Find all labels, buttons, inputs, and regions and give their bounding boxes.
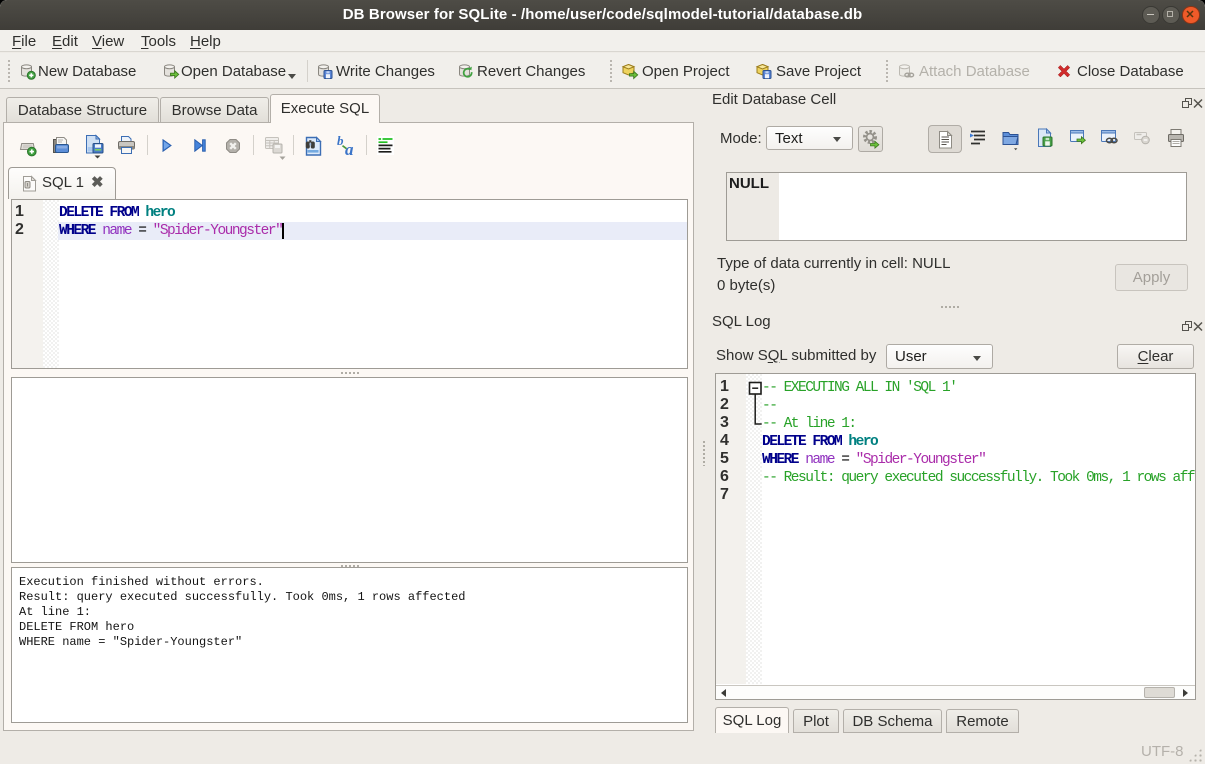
svg-text:a: a: [345, 140, 354, 158]
